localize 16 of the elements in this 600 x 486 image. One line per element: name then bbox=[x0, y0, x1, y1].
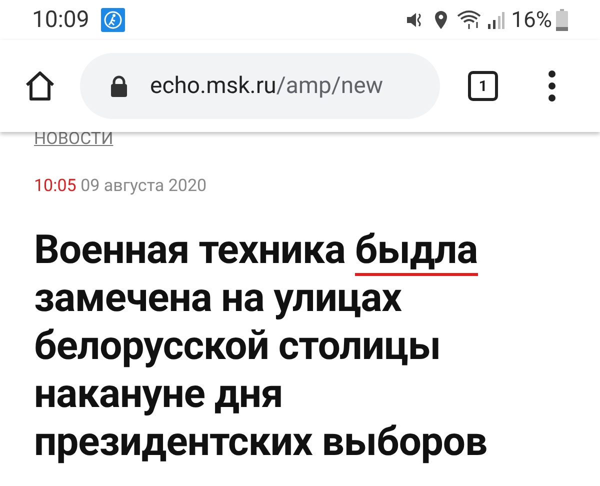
address-bar[interactable]: echo.msk.ru/amp/new bbox=[80, 53, 440, 119]
section-link[interactable]: НОВОСТИ bbox=[34, 128, 566, 150]
battery-icon bbox=[556, 9, 568, 31]
article-date: 10:05 09 августа 2020 bbox=[34, 175, 208, 198]
running-figure-icon bbox=[101, 8, 126, 32]
location-icon bbox=[433, 10, 450, 30]
more-icon bbox=[548, 70, 556, 102]
wifi-icon bbox=[457, 10, 484, 30]
url-text: echo.msk.ru/amp/new bbox=[150, 70, 384, 101]
battery-percent: 16% bbox=[511, 6, 552, 34]
home-icon bbox=[24, 70, 56, 102]
tab-switcher-button[interactable]: 1 bbox=[468, 71, 498, 101]
lock-icon bbox=[110, 75, 128, 97]
signal-icon bbox=[487, 10, 506, 30]
status-time: 10:09 bbox=[32, 4, 90, 35]
article-headline: Военная техника быдла замечена на улицах белорусской столицы накануне дня президентских выборов bbox=[34, 226, 488, 466]
